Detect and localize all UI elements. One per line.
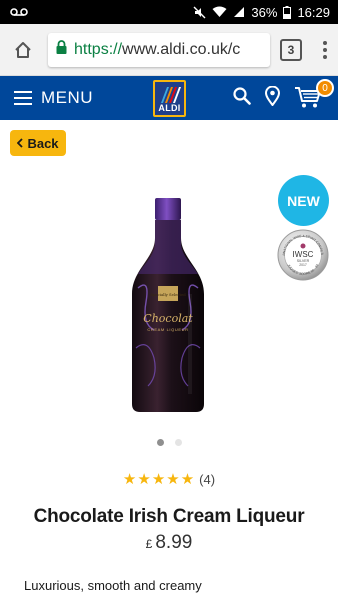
cart-count-badge: 0 bbox=[316, 79, 334, 97]
bottle-brand: Specially Selected bbox=[150, 292, 186, 297]
rating-count: (4) bbox=[199, 471, 216, 487]
carousel-pagination bbox=[0, 439, 338, 446]
voicemail-icon bbox=[10, 5, 28, 20]
browser-toolbar: https:// www.aldi.co.uk/c 3 bbox=[0, 24, 338, 76]
iwsc-award-badge: INTERNATIONAL WINE & SPIRIT COMPETITION … bbox=[277, 229, 329, 281]
url-scheme: https:// bbox=[74, 40, 123, 58]
site-header: MENU ALDI 0 bbox=[0, 76, 338, 120]
back-button[interactable]: Back bbox=[10, 130, 66, 156]
lock-icon bbox=[56, 40, 67, 59]
hamburger-icon bbox=[14, 91, 32, 105]
product-detail: Back NEW INTERNATIONAL WINE & SPIRIT COM… bbox=[0, 120, 338, 600]
wifi-icon bbox=[212, 6, 227, 18]
menu-label: MENU bbox=[41, 88, 94, 107]
store-locator-icon[interactable] bbox=[264, 85, 281, 111]
status-bar: 36% 16:29 bbox=[0, 0, 338, 24]
aldi-logo[interactable]: ALDI bbox=[153, 80, 186, 117]
product-title: Chocolate Irish Cream Liqueur bbox=[33, 506, 305, 527]
price-currency: £ bbox=[145, 537, 153, 551]
cart-button[interactable]: 0 bbox=[294, 79, 334, 111]
address-bar[interactable]: https:// www.aldi.co.uk/c bbox=[48, 32, 270, 67]
bottle-sub: CREAM LIQUEUR bbox=[147, 327, 188, 332]
product-price: £8.99 bbox=[0, 532, 338, 554]
home-button[interactable] bbox=[8, 35, 38, 65]
carousel-dot-active[interactable] bbox=[156, 439, 164, 446]
new-badge: NEW bbox=[278, 175, 329, 226]
price-amount: 8.99 bbox=[155, 532, 193, 553]
url-host: www.aldi.co.uk/c bbox=[122, 40, 241, 58]
tab-switcher-button[interactable]: 3 bbox=[280, 38, 302, 61]
mute-icon bbox=[193, 6, 206, 19]
battery-percent: 36% bbox=[251, 4, 278, 20]
overflow-menu-icon[interactable] bbox=[320, 40, 330, 59]
back-label: Back bbox=[27, 135, 59, 151]
carousel-dot[interactable] bbox=[174, 439, 182, 446]
product-image[interactable]: Specially Selected Chocolat CREAM LIQUEU… bbox=[128, 198, 208, 414]
menu-button[interactable]: MENU bbox=[14, 88, 93, 108]
signal-icon bbox=[233, 6, 245, 18]
rating-stars: ★★★★★ bbox=[122, 471, 196, 488]
bottle-name: Chocolat bbox=[143, 312, 193, 325]
product-description: Luxurious, smooth and creamy bbox=[24, 578, 202, 593]
battery-icon bbox=[283, 5, 292, 19]
logo-stripes bbox=[159, 85, 182, 105]
award-name: IWSC bbox=[293, 250, 314, 259]
clock: 16:29 bbox=[297, 4, 330, 20]
product-rating[interactable]: ★★★★★ (4) bbox=[0, 470, 338, 488]
chevron-left-icon bbox=[17, 138, 24, 148]
award-year: 2017 bbox=[299, 263, 307, 267]
home-icon bbox=[15, 41, 31, 58]
logo-text: ALDI bbox=[158, 103, 181, 113]
search-icon[interactable] bbox=[233, 86, 251, 110]
